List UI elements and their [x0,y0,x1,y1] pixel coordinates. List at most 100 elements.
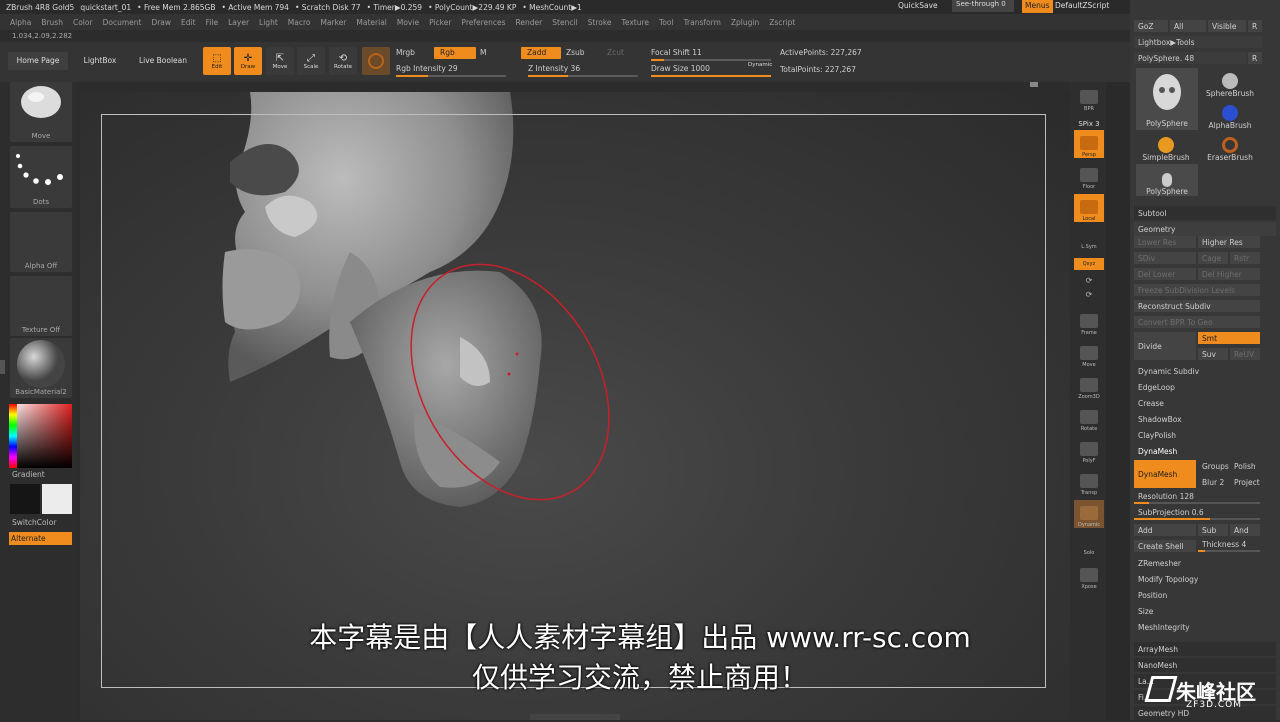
brush-selector[interactable]: Move [10,82,72,142]
scale-button[interactable]: ⤢ Scale [297,47,325,75]
crease-header[interactable]: Crease [1134,396,1276,410]
all-button[interactable]: All [1170,20,1206,32]
divide-button[interactable]: Divide [1134,332,1196,360]
subprojection-slider[interactable]: SubProjection 0.6 [1134,506,1260,518]
qxyz-button[interactable]: Qxyz [1074,258,1104,270]
convert-bpr-button[interactable]: Convert BPR To Geo [1134,316,1260,328]
menu-alpha[interactable]: Alpha [10,18,31,27]
draw-size-track[interactable] [651,75,771,77]
menu-document[interactable]: Document [103,18,142,27]
edgeloop-header[interactable]: EdgeLoop [1134,380,1276,394]
home-page-button[interactable]: Home Page [8,52,68,70]
stroke-selector[interactable]: Dots [10,146,72,208]
m-button[interactable]: M [480,48,486,57]
r-button[interactable]: R [1248,20,1262,32]
modify-topology-header[interactable]: Modify Topology [1134,572,1276,586]
zsub-button[interactable]: Zsub [566,48,585,57]
menu-zscript[interactable]: Zscript [769,18,795,27]
main-color[interactable] [42,484,72,514]
menu-stencil[interactable]: Stencil [552,18,577,27]
menu-draw[interactable]: Draw [151,18,171,27]
project-toggle[interactable]: Project [1230,476,1260,488]
rotate-y-icon[interactable]: ⟳ [1074,274,1104,286]
reconstruct-subdiv-button[interactable]: Reconstruct Subdiv [1134,300,1260,312]
menu-marker[interactable]: Marker [320,18,346,27]
transp-button[interactable]: Transp [1074,468,1104,496]
del-higher-button[interactable]: Del Higher [1198,268,1260,280]
menu-preferences[interactable]: Preferences [461,18,505,27]
color-picker[interactable] [9,404,72,468]
dynamesh-header[interactable]: DynaMesh [1134,444,1276,458]
menu-stroke[interactable]: Stroke [588,18,612,27]
freeze-subdiv-button[interactable]: Freeze SubDivision Levels [1134,284,1260,296]
live-boolean-button[interactable]: Live Boolean [132,52,194,70]
draw-size-slider[interactable]: Draw Size 1000 [651,64,710,73]
menu-picker[interactable]: Picker [429,18,451,27]
groups-toggle[interactable]: Groups [1198,460,1229,472]
menus-button[interactable]: Menus [1022,0,1053,13]
floor-button[interactable]: Floor [1074,162,1104,190]
rgb-button[interactable]: Rgb [434,47,476,59]
menu-material[interactable]: Material [356,18,386,27]
lightbox-tools-button[interactable]: Lightbox▶Tools [1134,36,1262,48]
local-button[interactable]: Local [1074,194,1104,222]
zcut-button[interactable]: Zcut [607,48,624,57]
left-tray-toggle[interactable] [0,360,5,374]
lightbox-button[interactable]: LightBox [76,52,124,70]
switchcolor-button[interactable]: SwitchColor [12,518,56,527]
dynamesh-button[interactable]: DynaMesh [1134,460,1196,488]
frame-button[interactable]: Frame [1074,308,1104,336]
move-view-button[interactable]: Move [1074,340,1104,368]
menu-movie[interactable]: Movie [397,18,419,27]
lower-res-button[interactable]: Lower Res [1134,236,1196,248]
menu-layer[interactable]: Layer [228,18,249,27]
mrgb-button[interactable]: Mrgb [396,48,415,57]
menu-tool[interactable]: Tool [659,18,674,27]
polish-toggle[interactable]: Polish [1230,460,1260,472]
blur-slider[interactable]: Blur 2 [1198,476,1228,488]
visible-button[interactable]: Visible [1208,20,1246,32]
zremesher-header[interactable]: ZRemesher [1134,556,1276,570]
tool-thumb-alphabrush[interactable]: AlphaBrush [1200,100,1260,130]
resolution-track[interactable] [1134,502,1260,504]
move-button[interactable]: ⇱ Move [266,47,294,75]
claypolish-header[interactable]: ClayPolish [1134,428,1276,442]
sdiv-slider[interactable]: SDiv [1134,252,1196,264]
position-header[interactable]: Position [1134,588,1276,602]
tool-thumb-polysphere-2[interactable]: PolySphere [1136,164,1198,196]
quicksave-button[interactable]: QuickSave [898,1,938,10]
menu-edit[interactable]: Edit [181,18,196,27]
menu-render[interactable]: Render [516,18,543,27]
menu-macro[interactable]: Macro [288,18,311,27]
subtool-header[interactable]: Subtool [1134,206,1276,220]
draw-button[interactable]: ✛ Draw [234,47,262,75]
edit-button[interactable]: ⬚ Edit [203,47,231,75]
canvas-scroll-handle[interactable] [1030,82,1038,87]
menu-transform[interactable]: Transform [684,18,721,27]
solo-button[interactable]: Solo [1074,532,1104,556]
hue-strip[interactable] [9,404,17,468]
material-swatch-button[interactable] [362,47,390,75]
smt-toggle[interactable]: Smt [1198,332,1260,344]
menu-file[interactable]: File [206,18,219,27]
create-shell-button[interactable]: Create Shell [1134,540,1196,552]
z-intensity-slider[interactable]: Z Intensity 36 [528,64,580,73]
geometry-header[interactable]: Geometry [1134,222,1276,236]
dynamic-persp-button[interactable]: Dynamic [1074,500,1104,528]
lsym-button[interactable]: L.Sym [1074,226,1104,250]
zoom3d-button[interactable]: Zoom3D [1074,372,1104,400]
tool-thumb-polysphere[interactable]: PolySphere [1136,68,1198,130]
zadd-button[interactable]: Zadd [521,47,561,59]
r2-button[interactable]: R [1248,52,1262,64]
current-tool-slider[interactable]: PolySphere. 48 [1134,52,1246,64]
sub-button[interactable]: Sub [1198,524,1228,536]
default-zscript-button[interactable]: DefaultZScript [1055,1,1109,10]
texture-selector[interactable]: Texture Off [10,276,72,336]
add-button[interactable]: Add [1134,524,1196,536]
xpose-button[interactable]: Xpose [1074,562,1104,590]
rgb-intensity-slider[interactable]: Rgb Intensity 29 [396,64,458,73]
goz-button[interactable]: GoZ [1134,20,1168,32]
secondary-color[interactable] [10,484,40,514]
tool-thumb-eraserbrush[interactable]: EraserBrush [1200,132,1260,162]
dynamic-subdiv-header[interactable]: Dynamic Subdiv [1134,364,1276,378]
